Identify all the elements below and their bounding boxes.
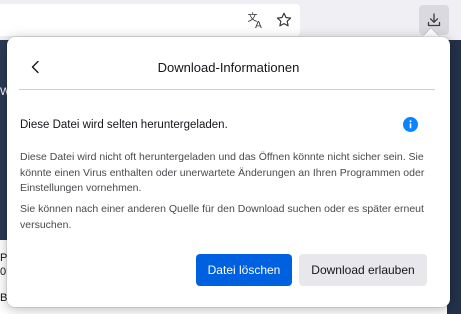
browser-window: 文 A W Pr 0 B Download-Informationen Dies… [0, 0, 461, 314]
download-info-panel: Download-Informationen Diese Datei wird … [7, 37, 450, 307]
svg-text:A: A [255, 20, 262, 29]
allow-download-button[interactable]: Download erlauben [299, 254, 427, 286]
warning-description: Diese Datei wird nicht oft heruntergelad… [20, 151, 425, 194]
star-icon[interactable] [270, 6, 298, 34]
warning-title: Diese Datei wird selten heruntergeladen. [20, 119, 228, 131]
page-text-fragment: 0 [0, 266, 7, 278]
panel-title: Download-Informationen [157, 60, 300, 75]
chevron-left-icon[interactable] [25, 56, 47, 78]
delete-file-button[interactable]: Datei löschen [196, 254, 292, 286]
browser-toolbar: 文 A [0, 0, 461, 40]
translate-icon[interactable]: 文 A [242, 6, 270, 34]
warning-suggestion: Sie können nach einer anderen Quelle für… [20, 203, 424, 231]
divider [19, 89, 435, 90]
download-arrow-icon[interactable] [419, 5, 449, 35]
info-icon[interactable] [403, 117, 418, 132]
